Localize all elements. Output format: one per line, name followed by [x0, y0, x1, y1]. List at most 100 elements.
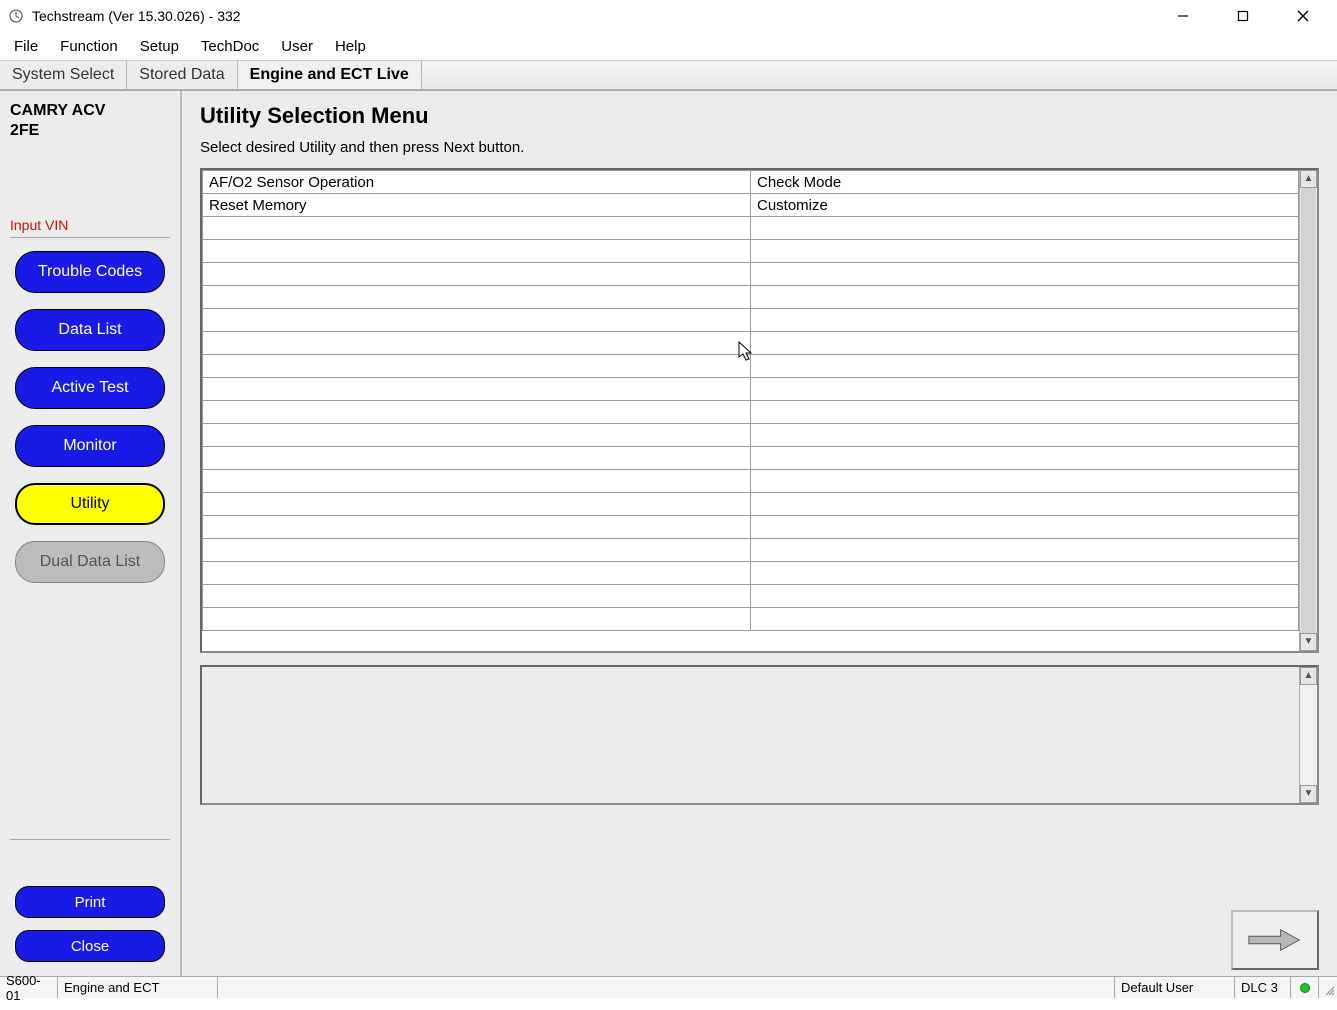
data-list-button[interactable]: Data List	[15, 309, 165, 351]
utility-cell-right[interactable]	[751, 493, 1299, 516]
utility-cell-left[interactable]	[203, 493, 751, 516]
menubar: File Function Setup TechDoc User Help	[0, 32, 1337, 60]
utility-cell-right[interactable]	[751, 309, 1299, 332]
utility-cell-left[interactable]	[203, 378, 751, 401]
utility-cell-right[interactable]	[751, 608, 1299, 631]
tab-stored-data[interactable]: Stored Data	[127, 61, 237, 89]
table-row[interactable]	[203, 401, 1299, 424]
utility-cell-left[interactable]	[203, 355, 751, 378]
table-row[interactable]	[203, 516, 1299, 539]
utility-cell-left[interactable]	[203, 539, 751, 562]
utility-cell-right[interactable]	[751, 286, 1299, 309]
menu-file[interactable]: File	[14, 38, 38, 55]
utility-cell-left[interactable]	[203, 401, 751, 424]
table-row[interactable]: AF/O2 Sensor OperationCheck Mode	[203, 171, 1299, 194]
utility-button[interactable]: Utility	[15, 483, 165, 525]
table-row[interactable]	[203, 286, 1299, 309]
utility-cell-right[interactable]	[751, 516, 1299, 539]
utility-cell-right[interactable]	[751, 332, 1299, 355]
desc-scroll-down-icon[interactable]: ▼	[1300, 785, 1317, 803]
utility-cell-left[interactable]	[203, 263, 751, 286]
maximize-button[interactable]	[1223, 2, 1263, 30]
table-row[interactable]	[203, 493, 1299, 516]
utility-cell-right[interactable]	[751, 562, 1299, 585]
monitor-button[interactable]: Monitor	[15, 425, 165, 467]
table-row[interactable]	[203, 539, 1299, 562]
utility-cell-right[interactable]	[751, 447, 1299, 470]
utility-cell-right[interactable]	[751, 240, 1299, 263]
utility-cell-left[interactable]: AF/O2 Sensor Operation	[203, 171, 751, 194]
desc-scroll-up-icon[interactable]: ▲	[1300, 667, 1317, 685]
menu-function[interactable]: Function	[60, 38, 118, 55]
utility-cell-right[interactable]	[751, 401, 1299, 424]
table-row[interactable]	[203, 217, 1299, 240]
utility-table[interactable]: AF/O2 Sensor OperationCheck ModeReset Me…	[202, 170, 1299, 631]
utility-cell-right[interactable]: Customize	[751, 194, 1299, 217]
table-row[interactable]	[203, 447, 1299, 470]
status-system: Engine and ECT	[58, 977, 218, 998]
table-row[interactable]	[203, 355, 1299, 378]
active-test-button[interactable]: Active Test	[15, 367, 165, 409]
scroll-down-icon[interactable]: ▼	[1300, 633, 1317, 651]
titlebar: Techstream (Ver 15.30.026) - 332	[0, 0, 1337, 32]
status-user: Default User	[1115, 977, 1235, 998]
utility-cell-right[interactable]: Check Mode	[751, 171, 1299, 194]
table-row[interactable]	[203, 470, 1299, 493]
vehicle-name: CAMRY ACV 2FE	[10, 101, 170, 141]
trouble-codes-button[interactable]: Trouble Codes	[15, 251, 165, 293]
scrollbar-thumb[interactable]	[1301, 188, 1316, 633]
description-scrollbar[interactable]: ▲ ▼	[1299, 667, 1317, 803]
resize-grip-icon[interactable]	[1319, 977, 1337, 998]
utility-cell-left[interactable]	[203, 608, 751, 631]
grid-scrollbar[interactable]: ▲ ▼	[1299, 170, 1317, 651]
utility-cell-left[interactable]	[203, 217, 751, 240]
minimize-button[interactable]	[1163, 2, 1203, 30]
table-row[interactable]	[203, 608, 1299, 631]
table-row[interactable]	[203, 332, 1299, 355]
table-row[interactable]: Reset MemoryCustomize	[203, 194, 1299, 217]
sidebar: CAMRY ACV 2FE Input VIN Trouble Codes Da…	[0, 91, 182, 976]
utility-cell-right[interactable]	[751, 378, 1299, 401]
table-row[interactable]	[203, 424, 1299, 447]
table-row[interactable]	[203, 562, 1299, 585]
tab-system-select[interactable]: System Select	[0, 61, 127, 89]
utility-cell-left[interactable]	[203, 332, 751, 355]
next-button[interactable]	[1231, 910, 1319, 970]
close-window-button[interactable]	[1283, 2, 1323, 30]
table-row[interactable]	[203, 309, 1299, 332]
utility-cell-left[interactable]	[203, 424, 751, 447]
utility-cell-left[interactable]	[203, 240, 751, 263]
utility-cell-left[interactable]	[203, 447, 751, 470]
print-button[interactable]: Print	[15, 886, 165, 918]
window-controls	[1163, 2, 1329, 30]
utility-cell-right[interactable]	[751, 470, 1299, 493]
close-button[interactable]: Close	[15, 930, 165, 962]
utility-cell-left[interactable]	[203, 585, 751, 608]
utility-cell-right[interactable]	[751, 217, 1299, 240]
scroll-up-icon[interactable]: ▲	[1300, 170, 1317, 188]
menu-techdoc[interactable]: TechDoc	[201, 38, 259, 55]
utility-cell-left[interactable]: Reset Memory	[203, 194, 751, 217]
utility-cell-left[interactable]	[203, 516, 751, 539]
utility-cell-right[interactable]	[751, 355, 1299, 378]
menu-user[interactable]: User	[281, 38, 313, 55]
table-row[interactable]	[203, 585, 1299, 608]
table-row[interactable]	[203, 240, 1299, 263]
menu-help[interactable]: Help	[335, 38, 366, 55]
utility-cell-left[interactable]	[203, 286, 751, 309]
utility-cell-right[interactable]	[751, 585, 1299, 608]
input-vin-link[interactable]: Input VIN	[10, 217, 170, 238]
utility-cell-left[interactable]	[203, 309, 751, 332]
utility-cell-left[interactable]	[203, 470, 751, 493]
utility-cell-right[interactable]	[751, 263, 1299, 286]
vehicle-line2: 2FE	[10, 122, 39, 139]
utility-cell-left[interactable]	[203, 562, 751, 585]
table-row[interactable]	[203, 263, 1299, 286]
tab-engine-ect-live[interactable]: Engine and ECT Live	[238, 61, 422, 89]
statusbar: S600-01 Engine and ECT Default User DLC …	[0, 976, 1337, 998]
window-title: Techstream (Ver 15.30.026) - 332	[32, 8, 241, 24]
utility-cell-right[interactable]	[751, 424, 1299, 447]
utility-cell-right[interactable]	[751, 539, 1299, 562]
menu-setup[interactable]: Setup	[140, 38, 179, 55]
table-row[interactable]	[203, 378, 1299, 401]
